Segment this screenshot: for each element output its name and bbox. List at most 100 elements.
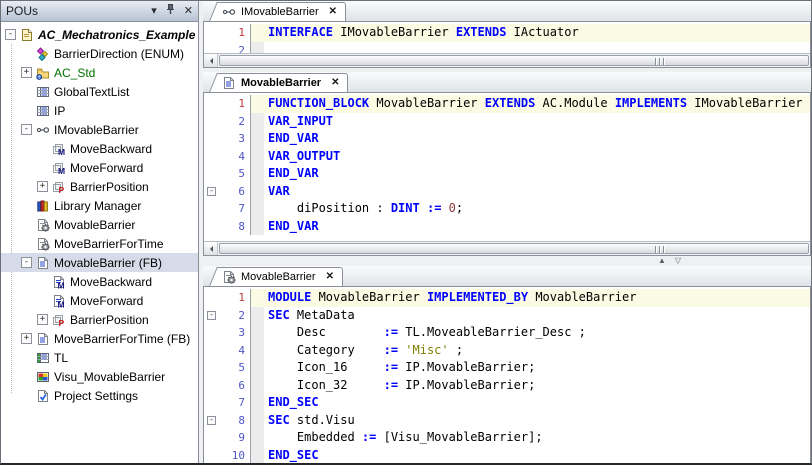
tab-close-icon[interactable]: ✕ — [331, 78, 339, 88]
tree-item-label: MoveForward — [70, 294, 147, 308]
code-view[interactable]: 1MODULE MovableBarrier IMPLEMENTED_BY Mo… — [204, 287, 810, 463]
code-line-9[interactable]: 9 Embedded := [Visu_MovableBarrier]; — [204, 429, 810, 447]
code-line-2[interactable]: -2SEC MetaData — [204, 307, 810, 325]
collapse-icon[interactable]: - — [5, 29, 16, 40]
fb-icon — [35, 331, 50, 346]
code-line-7[interactable]: 7 diPosition : DINT := 0; — [204, 200, 810, 218]
code-line-4[interactable]: 4 Category := 'Misc' ; — [204, 342, 810, 360]
line-number: 5 — [219, 359, 251, 377]
code-text: INTERFACE IMovableBarrier EXTENDS IActua… — [264, 24, 810, 42]
splitter-up-icon[interactable]: ▲ — [658, 257, 666, 265]
code-line-8[interactable]: -8SEC std.Visu — [204, 412, 810, 430]
tree-item-project-settings[interactable]: Project Settings — [1, 386, 198, 405]
tree-item-movebackward[interactable]: MMoveBackward — [1, 272, 198, 291]
pin-icon[interactable] — [166, 4, 175, 18]
editor-tab-imovablebarrier-1[interactable]: IMovableBarrier✕ — [219, 2, 346, 21]
module-icon — [222, 270, 236, 284]
tree-item-movablebarrier[interactable]: MovableBarrier — [1, 215, 198, 234]
fold-collapse-icon[interactable]: - — [207, 416, 216, 425]
tab-close-icon[interactable]: ✕ — [329, 7, 337, 17]
visu-icon — [35, 369, 50, 384]
tab-label: MovableBarrier — [241, 77, 321, 89]
tree-item-tl[interactable]: TL — [1, 348, 198, 367]
scrollbar-thumb[interactable] — [219, 55, 809, 66]
code-line-5[interactable]: 5END_VAR — [204, 165, 810, 183]
fold-margin: - — [204, 412, 219, 430]
code-text: END_SEC — [264, 394, 810, 412]
fold-collapse-icon[interactable]: - — [207, 311, 216, 320]
code-text: VAR_INPUT — [264, 113, 810, 131]
close-icon[interactable]: ✕ — [184, 6, 193, 17]
indent-strip — [251, 447, 264, 464]
tree-item-moveforward[interactable]: MMoveForward — [1, 158, 198, 177]
code-line-6[interactable]: 6 Icon_32 := IP.MovableBarrier; — [204, 377, 810, 395]
pane-splitter[interactable]: ▲▽ — [203, 256, 811, 266]
expand-icon[interactable]: + — [21, 67, 32, 78]
fold-collapse-icon[interactable]: - — [207, 187, 216, 196]
indent-strip — [251, 394, 264, 412]
editor-tab-movablebarrier-3[interactable]: MovableBarrier ✕ — [219, 267, 343, 286]
code-line-5[interactable]: 5 Icon_16 := IP.MovableBarrier; — [204, 359, 810, 377]
code-text: VAR_OUTPUT — [264, 148, 810, 166]
tree-item-moveforward[interactable]: MMoveForward — [1, 291, 198, 310]
tree-item-movebarrierfortime-fb[interactable]: +MoveBarrierForTime (FB) — [1, 329, 198, 348]
tree-item-label: IMovableBarrier — [54, 123, 143, 137]
tree-item-library-manager[interactable]: Library Manager — [1, 196, 198, 215]
expand-icon[interactable]: + — [37, 181, 48, 192]
indent-strip — [251, 218, 264, 236]
scroll-left-icon[interactable] — [204, 242, 218, 255]
code-line-1[interactable]: 1MODULE MovableBarrier IMPLEMENTED_BY Mo… — [204, 289, 810, 307]
tree-item-imovablebarrier[interactable]: - IMovableBarrier — [1, 120, 198, 139]
code-line-3[interactable]: 3END_VAR — [204, 130, 810, 148]
code-line-2[interactable]: 2 — [204, 42, 810, 54]
code-line-2[interactable]: 2VAR_INPUT — [204, 113, 810, 131]
tree-item-ac-std[interactable]: +AC_Std — [1, 63, 198, 82]
code-text: Category := 'Misc' ; — [264, 342, 810, 360]
tree-item-ip[interactable]: IP — [1, 101, 198, 120]
code-line-7[interactable]: 7END_SEC — [204, 394, 810, 412]
svg-text:M: M — [57, 280, 64, 289]
line-number: 10 — [219, 447, 251, 464]
pous-panel-header[interactable]: POUs ▾ ✕ — [1, 1, 198, 22]
code-view[interactable]: 1 INTERFACE IMovableBarrier EXTENDS IActu… — [204, 22, 810, 53]
tree-item-label: Visu_MovableBarrier — [54, 370, 169, 384]
tree-item-movebarrierfortime[interactable]: MoveBarrierForTime — [1, 234, 198, 253]
code-line-6[interactable]: -6VAR — [204, 183, 810, 201]
line-number: 1 — [219, 24, 251, 42]
code-line-3[interactable]: 3 Desc := TL.MoveableBarrier_Desc ; — [204, 324, 810, 342]
tree-item-ac-mechatronics-example[interactable]: -AC_Mechatronics_Example▼ — [1, 25, 198, 44]
tree-item-barrierposition[interactable]: +PBarrierPosition — [1, 177, 198, 196]
code-view[interactable]: 1FUNCTION_BLOCK MovableBarrier EXTENDS A… — [204, 93, 810, 241]
code-line-10[interactable]: 10END_SEC — [204, 447, 810, 464]
tab-label: MovableBarrier — [241, 271, 316, 283]
collapse-icon[interactable]: - — [21, 124, 32, 135]
fold-margin: - — [204, 183, 219, 201]
scrollbar-thumb[interactable] — [219, 243, 809, 254]
tab-close-icon[interactable]: ✕ — [326, 272, 334, 282]
horizontal-scrollbar[interactable] — [204, 53, 810, 67]
collapse-icon[interactable]: - — [21, 257, 32, 268]
editor-tab-movablebarrier-2[interactable]: MovableBarrier ✕ — [219, 73, 348, 92]
tree-item-barrierposition[interactable]: +PBarrierPosition — [1, 310, 198, 329]
expand-icon[interactable]: + — [21, 333, 32, 344]
tree-item-visu-movablebarrier[interactable]: Visu_MovableBarrier — [1, 367, 198, 386]
line-number: 2 — [219, 307, 251, 325]
horizontal-scrollbar[interactable] — [204, 241, 810, 255]
scrollbar-track[interactable] — [218, 242, 810, 255]
tree-item-barrierdirection-enum[interactable]: BarrierDirection (ENUM) — [1, 44, 198, 63]
module-icon — [35, 236, 50, 251]
code-line-1[interactable]: 1FUNCTION_BLOCK MovableBarrier EXTENDS A… — [204, 95, 810, 113]
tree-item-globaltextlist[interactable]: GlobalTextList — [1, 82, 198, 101]
chevron-down-icon[interactable]: ▾ — [151, 6, 157, 17]
fold-margin-empty — [204, 130, 219, 148]
line-number: 6 — [219, 183, 251, 201]
scrollbar-track[interactable] — [218, 54, 810, 67]
code-line-8[interactable]: 8END_VAR — [204, 218, 810, 236]
expand-icon[interactable]: + — [37, 314, 48, 325]
tree-item-movablebarrier-fb[interactable]: -MovableBarrier (FB) — [1, 253, 198, 272]
code-line-1[interactable]: 1 INTERFACE IMovableBarrier EXTENDS IActu… — [204, 24, 810, 42]
scroll-left-icon[interactable] — [204, 54, 218, 67]
code-line-4[interactable]: 4VAR_OUTPUT — [204, 148, 810, 166]
splitter-down-icon[interactable]: ▽ — [675, 257, 681, 265]
tree-item-movebackward[interactable]: MMoveBackward — [1, 139, 198, 158]
